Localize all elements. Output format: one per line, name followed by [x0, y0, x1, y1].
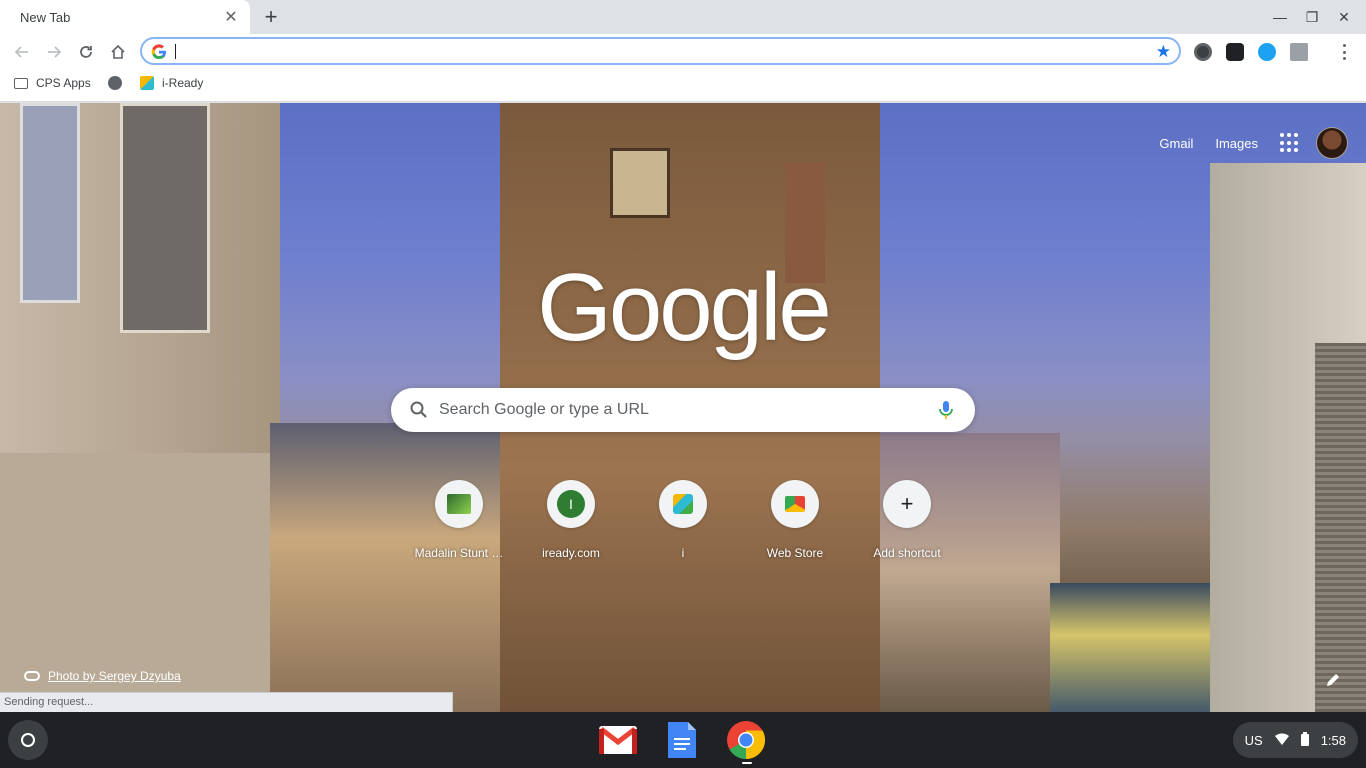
shelf: US 1:58 — [0, 712, 1366, 768]
bookmarks-bar: CPS Apps i-Ready — [0, 70, 1366, 102]
tab-title: New Tab — [20, 9, 71, 25]
window-controls: — ❐ ✕ — [1264, 4, 1360, 30]
letter-i-icon: I — [547, 480, 595, 528]
bookmark-cps-apps[interactable]: CPS Apps — [14, 76, 91, 90]
back-arrow-icon — [14, 46, 28, 58]
toolbar: ★ — [0, 34, 1366, 70]
forward-arrow-icon — [48, 46, 62, 58]
running-indicator — [742, 762, 752, 764]
battery-icon — [1300, 731, 1309, 749]
iready-cube-icon — [140, 76, 154, 90]
bookmark-label: CPS Apps — [36, 76, 91, 90]
photo-attribution[interactable]: Photo by Sergey Dzyuba — [24, 669, 181, 683]
ntp-search-box[interactable]: Search Google or type a URL — [391, 388, 975, 432]
puzzle-extension-icon[interactable] — [1290, 43, 1308, 61]
iready-cube-icon — [659, 480, 707, 528]
restore-icon[interactable]: ❐ — [1296, 4, 1328, 30]
search-icon — [410, 401, 427, 418]
status-tray[interactable]: US 1:58 — [1232, 722, 1358, 758]
folder-icon — [14, 77, 28, 89]
google-logo: Google — [537, 254, 832, 361]
shortcut-tiles: Madalin Stunt … I iready.com i Web Store… — [403, 476, 963, 588]
images-link[interactable]: Images — [1215, 136, 1258, 151]
google-apps-icon[interactable] — [1280, 133, 1300, 153]
shortcut-label: Web Store — [766, 546, 824, 560]
tab-strip: New Tab ✕ + — ❐ ✕ — [0, 0, 1366, 34]
launcher-button[interactable] — [8, 720, 48, 760]
web-store-icon — [771, 480, 819, 528]
status-bubble: Sending request... — [0, 692, 453, 712]
attribution-text: Photo by Sergey Dzyuba — [48, 669, 181, 683]
more-menu-icon[interactable] — [1338, 42, 1350, 62]
back-button[interactable] — [8, 38, 36, 66]
ime-indicator: US — [1244, 732, 1263, 748]
add-shortcut-tile[interactable]: + Add shortcut — [851, 476, 963, 588]
reload-icon — [80, 46, 92, 58]
ntp-top-links: Gmail Images — [1159, 127, 1366, 159]
plus-icon: + — [883, 480, 931, 528]
shield-extension-icon[interactable] — [1194, 43, 1212, 61]
new-tab-button[interactable]: + — [258, 4, 284, 30]
forward-button[interactable] — [40, 38, 68, 66]
launcher-circle-icon — [21, 733, 35, 747]
bookmark-star-icon[interactable]: ★ — [1156, 42, 1171, 62]
shortcut-label: iready.com — [542, 546, 600, 560]
close-icon[interactable]: ✕ — [220, 6, 242, 28]
docs-app-icon[interactable] — [662, 720, 702, 760]
globe-icon — [108, 76, 122, 90]
reload-button[interactable] — [72, 38, 100, 66]
new-tab-page: Gmail Images Google Search Google or typ… — [0, 103, 1366, 712]
shortcut-tile[interactable]: Web Store — [739, 476, 851, 588]
bookmark-globe[interactable] — [108, 76, 122, 90]
bookmark-label: i-Ready — [162, 76, 204, 90]
chrome-app-icon[interactable] — [726, 720, 766, 760]
gmail-link[interactable]: Gmail — [1159, 136, 1193, 151]
link-icon — [24, 671, 40, 681]
tab-new-tab[interactable]: New Tab ✕ — [0, 0, 250, 34]
ghost-extension-icon[interactable] — [1226, 43, 1244, 61]
search-placeholder: Search Google or type a URL — [439, 401, 649, 418]
shortcut-label: Madalin Stunt … — [414, 546, 504, 560]
wifi-icon — [1274, 732, 1289, 748]
shortcut-label: Add shortcut — [873, 546, 941, 560]
omnibox[interactable]: ★ — [140, 37, 1181, 65]
home-icon — [111, 44, 125, 59]
shortcut-tile[interactable]: I iready.com — [515, 476, 627, 588]
omnibox-cursor — [175, 44, 176, 59]
clock-time: 1:58 — [1320, 732, 1346, 748]
car-thumbnail-icon — [435, 480, 483, 528]
minimize-icon[interactable]: — — [1264, 4, 1296, 30]
avatar[interactable] — [1316, 127, 1348, 159]
shortcut-label: i — [681, 546, 685, 560]
securly-extension-icon[interactable] — [1258, 43, 1276, 61]
shortcut-tile[interactable]: i — [627, 476, 739, 588]
bookmark-iready[interactable]: i-Ready — [140, 76, 203, 90]
home-button[interactable] — [104, 38, 132, 66]
gmail-app-icon[interactable] — [598, 720, 638, 760]
pencil-icon[interactable] — [1324, 671, 1342, 689]
window-close-icon[interactable]: ✕ — [1328, 4, 1360, 30]
google-g-icon — [151, 44, 166, 60]
shortcut-tile[interactable]: Madalin Stunt … — [403, 476, 515, 588]
microphone-icon[interactable] — [935, 399, 957, 421]
